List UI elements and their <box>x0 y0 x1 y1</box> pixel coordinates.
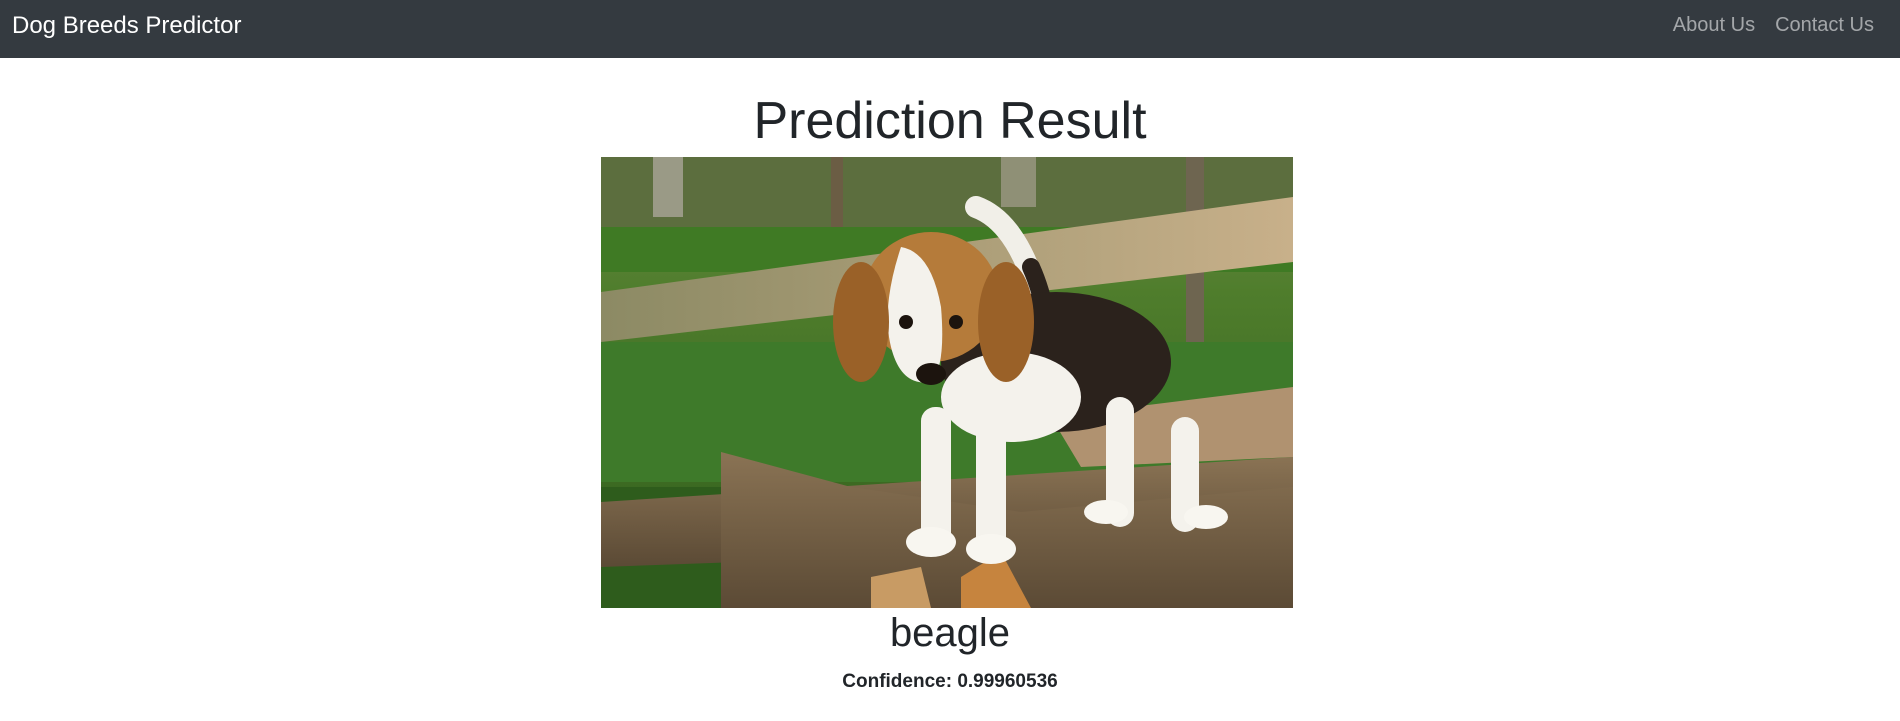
nav-link-contact-us[interactable]: Contact Us <box>1775 13 1874 37</box>
nav-links: About Us Contact Us <box>1673 13 1874 37</box>
brand-link[interactable]: Dog Breeds Predictor <box>12 11 241 41</box>
page-title: Prediction Result <box>753 92 1147 150</box>
dog-photo <box>601 157 1293 608</box>
nav-link-about-us[interactable]: About Us <box>1673 13 1755 37</box>
confidence-score: Confidence: 0.99960536 <box>842 671 1058 692</box>
predicted-breed: beagle <box>889 611 1011 655</box>
navbar: Dog Breeds Predictor About Us Contact Us <box>0 0 1900 58</box>
